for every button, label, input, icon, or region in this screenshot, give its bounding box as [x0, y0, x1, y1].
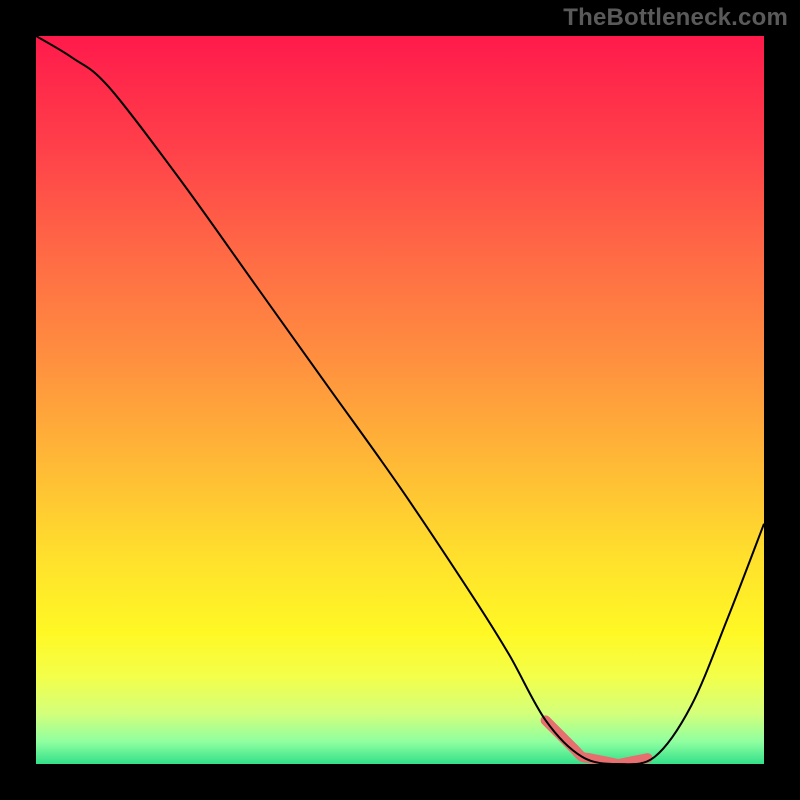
- plot-area: [36, 36, 764, 764]
- watermark-text: TheBottleneck.com: [563, 4, 788, 32]
- optimal-range-accent: [546, 720, 648, 764]
- chart-frame: TheBottleneck.com: [0, 0, 800, 800]
- curve-layer: [36, 36, 764, 764]
- bottleneck-curve: [36, 36, 764, 764]
